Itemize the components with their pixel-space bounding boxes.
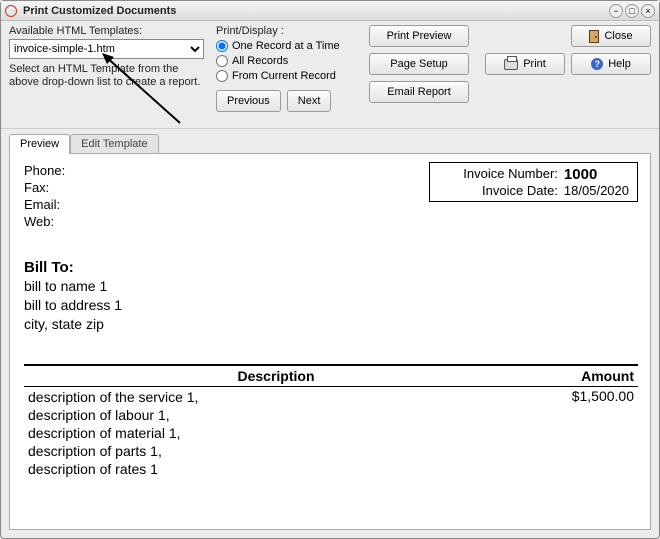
invoice-date-label: Invoice Date: [438, 183, 558, 198]
bill-to-address: bill to address 1 [24, 296, 638, 315]
print-preview-button[interactable]: Print Preview [369, 25, 469, 47]
help-button[interactable]: ? Help [571, 53, 651, 75]
invoice-info-box: Invoice Number: 1000 Invoice Date: 18/05… [429, 162, 638, 202]
next-button[interactable]: Next [287, 90, 332, 112]
bill-to-name: bill to name 1 [24, 277, 638, 296]
radio-all-records[interactable]: All Records [216, 55, 357, 67]
print-display-label: Print/Display : [216, 25, 357, 37]
close-window-button[interactable]: × [641, 4, 655, 18]
preview-scroll[interactable]: Invoice Number: 1000 Invoice Date: 18/05… [10, 154, 650, 529]
titlebar[interactable]: Print Customized Documents − □ × [1, 1, 659, 21]
invoice-date-value: 18/05/2020 [564, 183, 629, 198]
close-button[interactable]: Close [571, 25, 651, 47]
previous-button[interactable]: Previous [216, 90, 281, 112]
row-amount: $1,500.00 [528, 387, 638, 480]
table-row: description of the service 1, descriptio… [24, 387, 638, 480]
door-icon [589, 30, 599, 43]
help-icon: ? [591, 58, 603, 70]
invoice-number-value: 1000 [564, 166, 597, 183]
radio-one-record-input[interactable] [216, 40, 228, 52]
bill-to-heading: Bill To: [24, 258, 638, 277]
minimize-button[interactable]: − [609, 4, 623, 18]
invoice-number-label: Invoice Number: [438, 166, 558, 183]
radio-all-records-input[interactable] [216, 55, 228, 67]
window-title: Print Customized Documents [23, 5, 609, 17]
web-label: Web: [24, 213, 638, 230]
print-documents-window: Print Customized Documents − □ × Availab… [0, 0, 660, 539]
printer-icon [504, 59, 518, 70]
tab-preview[interactable]: Preview [9, 134, 70, 154]
bill-to-city: city, state zip [24, 315, 638, 334]
row-description: description of the service 1, descriptio… [24, 387, 528, 480]
items-tbody: description of the service 1, descriptio… [24, 387, 638, 480]
col-amount: Amount [528, 365, 638, 387]
template-select[interactable]: invoice-simple-1.htm [9, 39, 204, 59]
radio-from-current[interactable]: From Current Record [216, 70, 357, 82]
col-description: Description [24, 365, 528, 387]
radio-one-record[interactable]: One Record at a Time [216, 40, 357, 52]
templates-label: Available HTML Templates: [9, 25, 204, 37]
app-icon [5, 5, 17, 17]
bill-to-block: Bill To: bill to name 1 bill to address … [24, 258, 638, 334]
email-report-button[interactable]: Email Report [369, 81, 469, 103]
radio-from-current-input[interactable] [216, 70, 228, 82]
tabs: Preview Edit Template [1, 129, 659, 153]
toolbar-panel: Available HTML Templates: invoice-simple… [1, 21, 659, 129]
preview-pane: Invoice Number: 1000 Invoice Date: 18/05… [9, 153, 651, 530]
page-setup-button[interactable]: Page Setup [369, 53, 469, 75]
print-button[interactable]: Print [485, 53, 565, 75]
template-hint: Select an HTML Template from the above d… [9, 63, 204, 89]
tab-edit-template[interactable]: Edit Template [70, 134, 158, 154]
items-table: Description Amount description of the se… [24, 364, 638, 479]
maximize-button[interactable]: □ [625, 4, 639, 18]
